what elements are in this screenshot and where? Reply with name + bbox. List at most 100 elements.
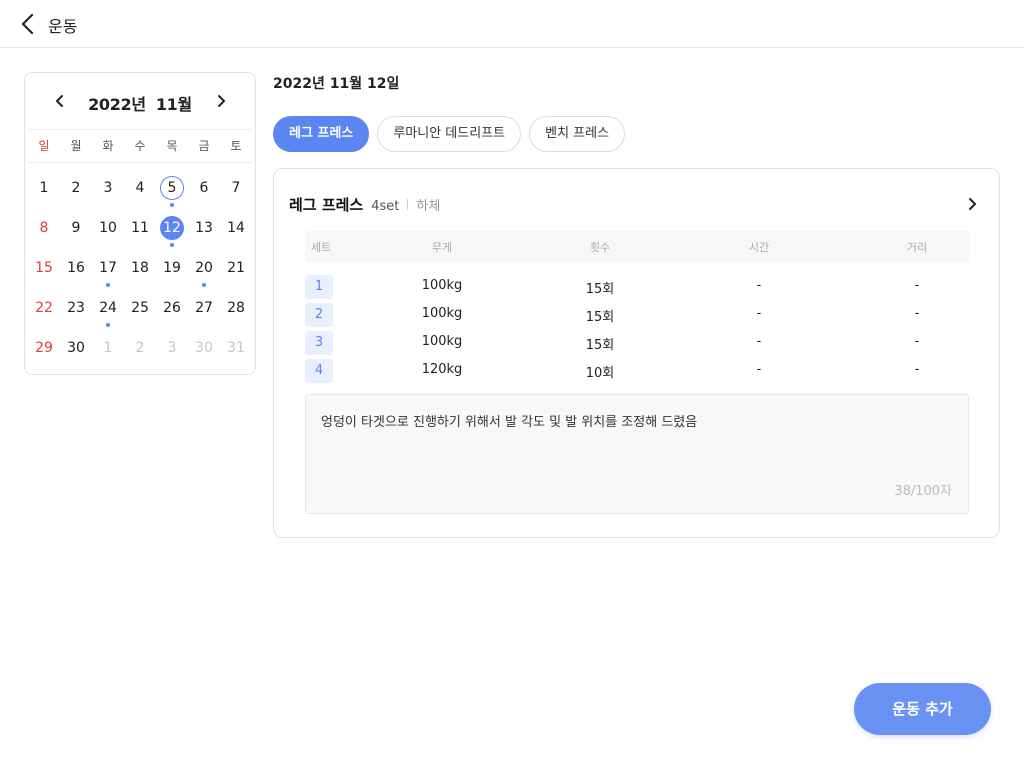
day-number: 26	[163, 300, 181, 316]
calendar-day-other-month[interactable]: 2	[124, 327, 156, 367]
calendar-week: 29 30 1 2 3 30 31	[28, 327, 252, 367]
add-exercise-button[interactable]: 운동 추가	[854, 683, 991, 735]
calendar-day[interactable]: 28	[220, 287, 252, 327]
calendar-day[interactable]: 14	[220, 207, 252, 247]
chevron-right-icon[interactable]	[962, 194, 982, 214]
calendar-day[interactable]: 25	[124, 287, 156, 327]
reps-cell: 10회	[585, 366, 615, 381]
calendar-day[interactable]: 22	[28, 287, 60, 327]
exercise-tabs: 레그 프레스 루마니안 데드리프트 벤치 프레스	[273, 116, 633, 152]
exercise-card: 레그 프레스 4set 하체 세트 무게 횟수 시간 거리 1 100kg 15…	[273, 168, 1000, 538]
day-number: 4	[135, 180, 145, 196]
calendar-day-other-month[interactable]: 31	[220, 327, 252, 367]
tab-bench-press[interactable]: 벤치 프레스	[529, 116, 626, 152]
exercise-card-header: 레그 프레스 4set 하체	[289, 194, 440, 216]
calendar-day[interactable]: 21	[220, 247, 252, 287]
calendar-day[interactable]: 10	[92, 207, 124, 247]
day-number: 14	[227, 220, 245, 236]
weekday-label: 월	[70, 139, 82, 153]
calendar-week: 15 16 17 18 19 20 21	[28, 247, 252, 287]
weekday-label: 금	[198, 139, 210, 153]
calendar-day[interactable]: 24	[92, 287, 124, 327]
calendar-day[interactable]: 30	[60, 327, 92, 367]
time-cell: -	[756, 362, 762, 377]
day-number: 2	[71, 180, 81, 196]
exercise-sets: 4set	[371, 199, 400, 214]
table-row: 3 100kg 15회 - -	[305, 331, 969, 355]
day-number: 29	[35, 340, 53, 356]
day-number: 15	[35, 260, 53, 276]
column-header-set: 세트	[310, 241, 332, 254]
calendar-day-selected[interactable]: 12	[156, 207, 188, 247]
calendar-day[interactable]: 8	[28, 207, 60, 247]
day-number: 25	[131, 300, 149, 316]
calendar-day[interactable]: 26	[156, 287, 188, 327]
day-number: 31	[227, 340, 245, 356]
day-number: 9	[71, 220, 81, 236]
day-number: 19	[163, 260, 181, 276]
tab-leg-press[interactable]: 레그 프레스	[273, 116, 370, 152]
calendar-day[interactable]: 7	[220, 167, 252, 207]
table-row: 4 120kg 10회 - -	[305, 359, 969, 383]
next-month-chevron-icon[interactable]	[211, 91, 231, 111]
calendar-day-today[interactable]: 5	[156, 167, 188, 207]
day-number: 30	[195, 340, 213, 356]
day-number: 2	[135, 340, 145, 356]
day-number: 23	[67, 300, 85, 316]
day-number: 18	[131, 260, 149, 276]
day-number: 21	[227, 260, 245, 276]
tab-romanian-deadlift[interactable]: 루마니안 데드리프트	[377, 116, 522, 152]
table-row: 2 100kg 15회 - -	[305, 303, 969, 327]
day-number: 3	[103, 180, 113, 196]
page-title: 운동	[48, 17, 78, 36]
distance-cell: -	[914, 278, 920, 293]
calendar-day[interactable]: 20	[188, 247, 220, 287]
set-number: 3	[305, 331, 333, 355]
memo-textarea[interactable]: 엉덩이 타겟으로 진행하기 위해서 발 각도 및 발 위치를 조정해 드렸음 3…	[305, 394, 969, 514]
calendar-year: 2022년	[88, 95, 146, 114]
reps-cell: 15회	[585, 310, 615, 325]
calendar-day[interactable]: 1	[28, 167, 60, 207]
calendar-day[interactable]: 13	[188, 207, 220, 247]
set-number: 2	[305, 303, 333, 327]
calendar-day[interactable]: 18	[124, 247, 156, 287]
set-number: 1	[305, 275, 333, 299]
calendar-day[interactable]: 3	[92, 167, 124, 207]
calendar-day[interactable]: 9	[60, 207, 92, 247]
weekday-label: 일	[38, 139, 50, 153]
memo-text: 엉덩이 타겟으로 진행하기 위해서 발 각도 및 발 위치를 조정해 드렸음	[321, 415, 698, 430]
exercise-name: 레그 프레스	[289, 196, 364, 214]
calendar-day[interactable]: 17	[92, 247, 124, 287]
weekday-label: 수	[134, 139, 146, 153]
weight-cell: 100kg	[421, 306, 463, 321]
table-row: 1 100kg 15회 - -	[305, 275, 969, 299]
distance-cell: -	[914, 306, 920, 321]
calendar-day[interactable]: 2	[60, 167, 92, 207]
weekday-label: 토	[230, 139, 242, 153]
day-number: 20	[195, 260, 213, 276]
app-header: 운동	[0, 0, 1024, 48]
day-number: 22	[35, 300, 53, 316]
calendar-day[interactable]: 15	[28, 247, 60, 287]
reps-cell: 15회	[585, 338, 615, 353]
calendar-day-other-month[interactable]: 30	[188, 327, 220, 367]
column-header-weight: 무게	[431, 241, 453, 254]
calendar-day[interactable]: 4	[124, 167, 156, 207]
calendar-day[interactable]: 29	[28, 327, 60, 367]
calendar-week: 8 9 10 11 12 13 14	[28, 207, 252, 247]
calendar-day[interactable]: 11	[124, 207, 156, 247]
day-number: 27	[195, 300, 213, 316]
calendar-day[interactable]: 27	[188, 287, 220, 327]
calendar-day[interactable]: 19	[156, 247, 188, 287]
day-number: 8	[39, 220, 49, 236]
calendar-day-other-month[interactable]: 1	[92, 327, 124, 367]
calendar-day-other-month[interactable]: 3	[156, 327, 188, 367]
back-arrow-icon[interactable]	[18, 12, 40, 36]
column-header-time: 시간	[748, 241, 770, 254]
calendar-day[interactable]: 16	[60, 247, 92, 287]
calendar-day[interactable]: 6	[188, 167, 220, 207]
distance-cell: -	[914, 334, 920, 349]
day-number: 10	[99, 220, 117, 236]
calendar-day[interactable]: 23	[60, 287, 92, 327]
exercise-body-part: 하체	[416, 199, 441, 214]
